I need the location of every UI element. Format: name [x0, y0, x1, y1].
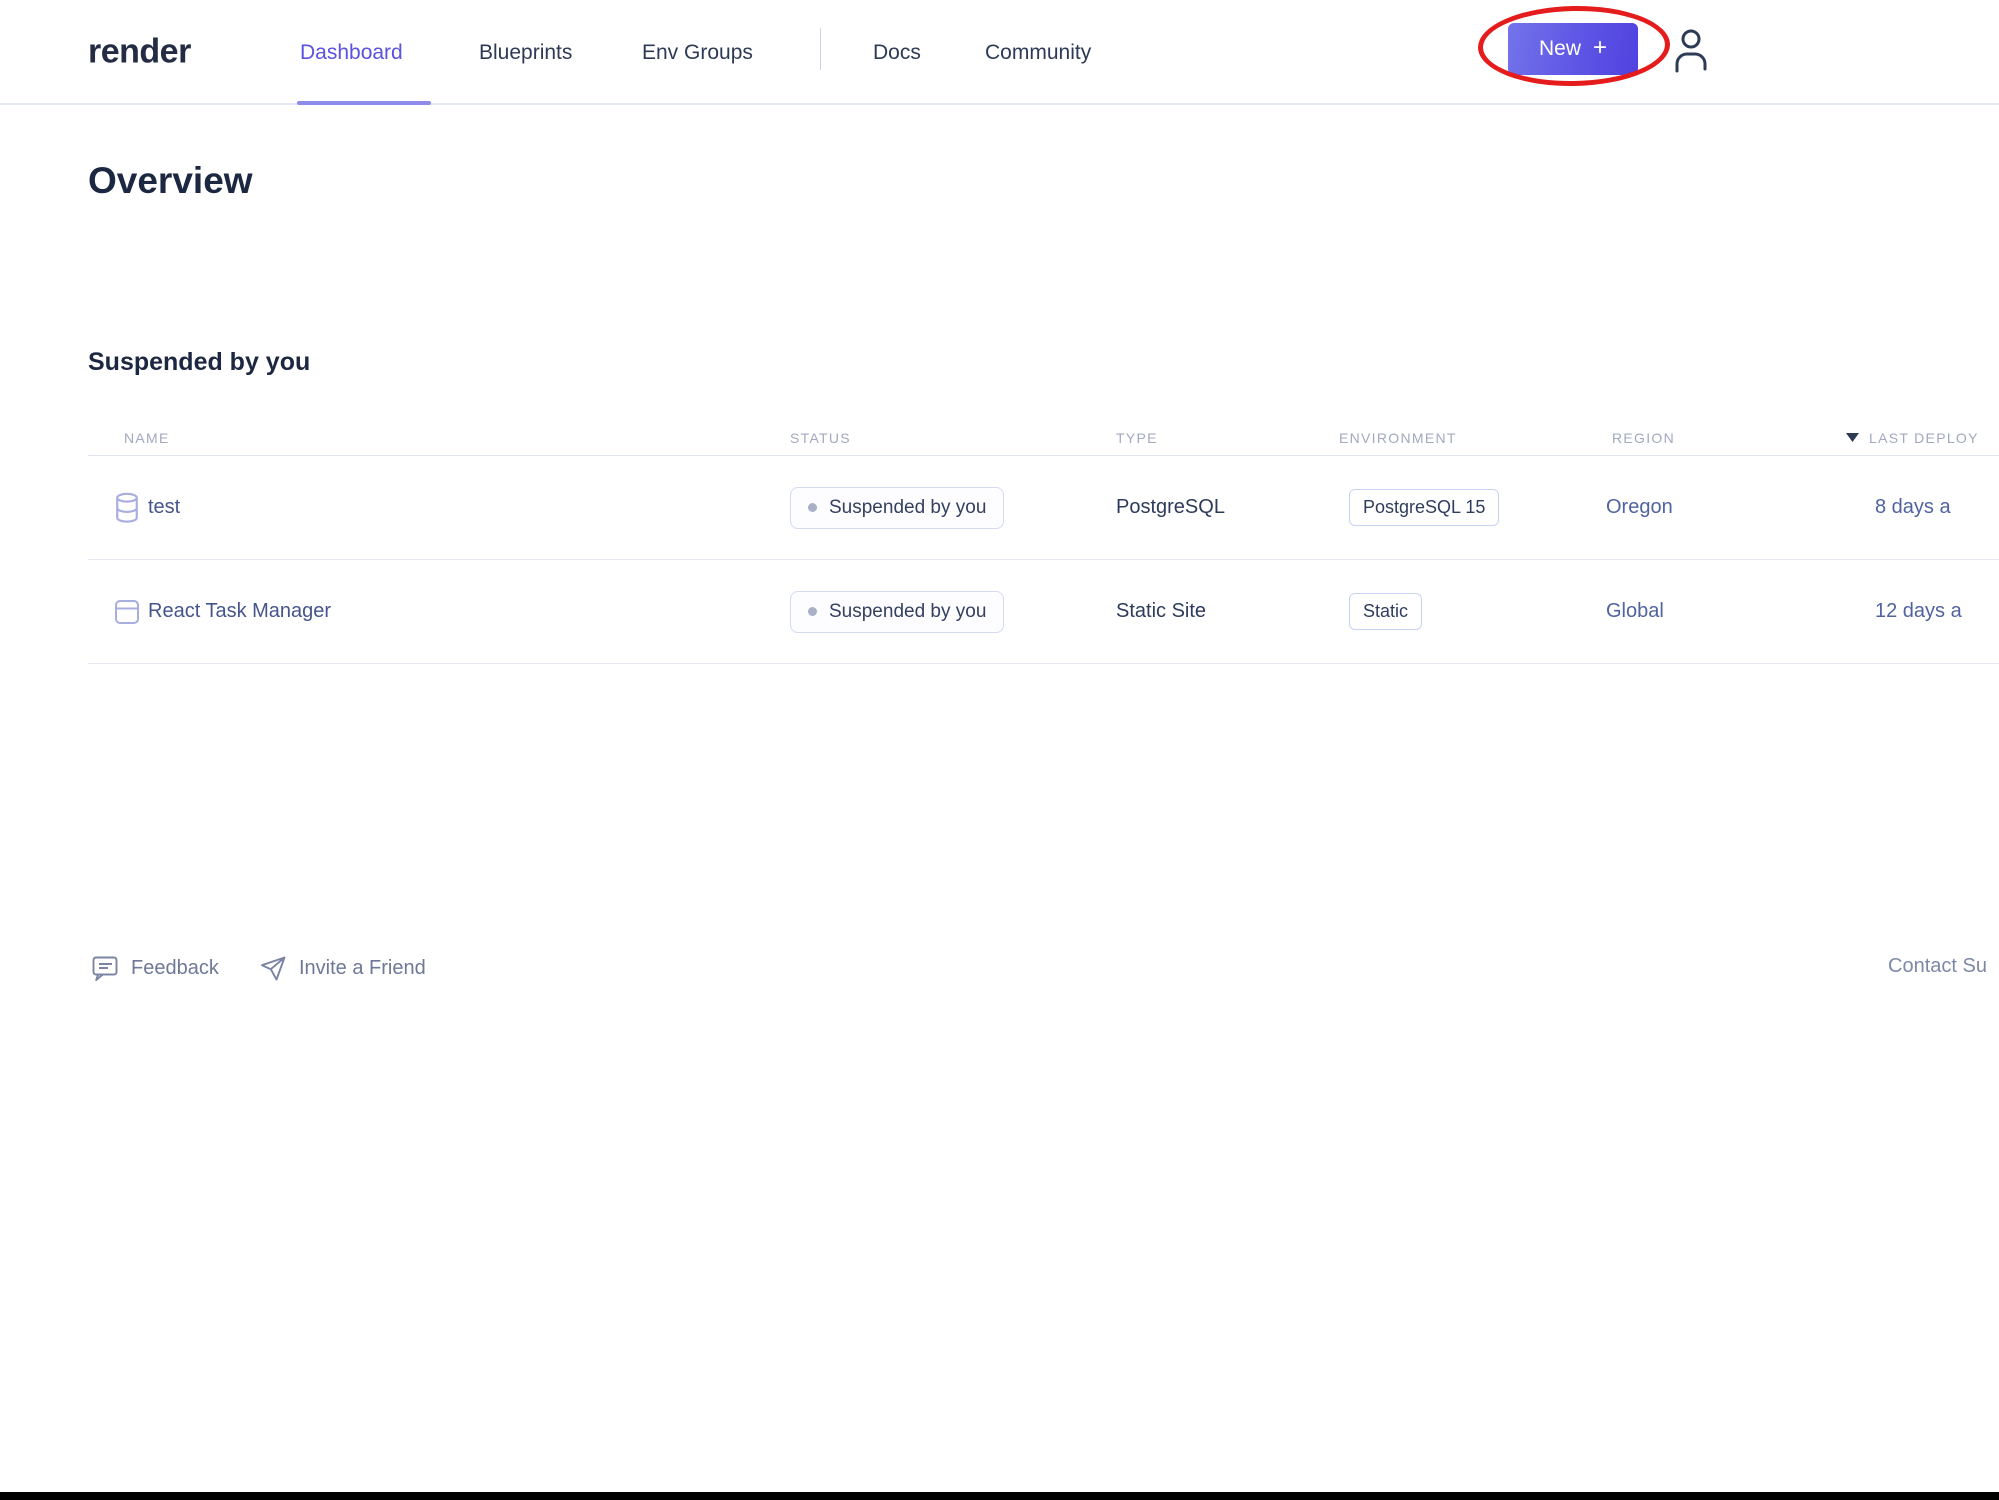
table-row[interactable]: React Task Manager Suspended by you Stat…	[88, 560, 1999, 664]
column-header-environment[interactable]: ENVIRONMENT	[1339, 419, 1457, 456]
column-header-region[interactable]: REGION	[1612, 419, 1675, 456]
active-tab-underline	[297, 101, 431, 105]
type-cell: PostgreSQL	[1116, 456, 1225, 559]
service-name-link[interactable]: React Task Manager	[148, 560, 331, 663]
environment-badge: Static	[1349, 593, 1422, 630]
last-deploy-cell: 12 days a	[1875, 560, 1962, 663]
region-cell: Global	[1606, 560, 1664, 663]
status-badge-label: Suspended by you	[829, 497, 986, 519]
status-cell: Suspended by you	[790, 456, 1004, 559]
services-table: NAME STATUS TYPE ENVIRONMENT REGION LAST…	[88, 419, 1999, 664]
type-cell: Static Site	[1116, 560, 1206, 663]
feedback-icon	[92, 955, 119, 982]
bottom-edge-bar	[0, 1492, 1999, 1500]
column-header-status[interactable]: STATUS	[790, 419, 851, 456]
environment-cell: Static	[1349, 560, 1422, 663]
status-dot-icon	[808, 607, 817, 616]
column-header-last-deploy-label: LAST DEPLOY	[1869, 430, 1979, 446]
sort-descending-icon	[1846, 433, 1859, 442]
new-button[interactable]: New +	[1508, 23, 1638, 75]
region-cell: Oregon	[1606, 456, 1673, 559]
environment-badge: PostgreSQL 15	[1349, 489, 1499, 526]
nav-divider	[820, 28, 821, 70]
column-header-type[interactable]: TYPE	[1116, 419, 1158, 456]
plus-icon: +	[1593, 34, 1607, 62]
render-dashboard-page: render Dashboard Blueprints Env Groups D…	[0, 0, 1999, 1500]
section-title: Suspended by you	[88, 348, 310, 377]
static-site-icon	[114, 560, 140, 663]
nav-tab-blueprints[interactable]: Blueprints	[479, 0, 572, 105]
last-deploy-cell: 8 days a	[1875, 456, 1951, 559]
feedback-button[interactable]: Feedback	[92, 955, 219, 982]
contact-support-link[interactable]: Contact Su	[1888, 955, 1987, 978]
nav-tab-dashboard[interactable]: Dashboard	[300, 0, 403, 105]
top-navigation-bar: render Dashboard Blueprints Env Groups D…	[0, 0, 1999, 105]
paper-plane-icon	[260, 955, 287, 982]
status-badge: Suspended by you	[790, 487, 1004, 529]
status-dot-icon	[808, 503, 817, 512]
column-header-name[interactable]: NAME	[124, 419, 170, 456]
invite-a-friend-label: Invite a Friend	[299, 957, 426, 980]
environment-cell: PostgreSQL 15	[1349, 456, 1499, 559]
person-icon	[1672, 28, 1712, 74]
database-icon	[114, 456, 140, 559]
nav-tab-env-groups[interactable]: Env Groups	[642, 0, 753, 105]
render-logo[interactable]: render	[88, 32, 191, 71]
invite-a-friend-button[interactable]: Invite a Friend	[260, 955, 426, 982]
nav-link-docs[interactable]: Docs	[873, 0, 921, 105]
account-button[interactable]	[1672, 27, 1712, 75]
status-badge: Suspended by you	[790, 591, 1004, 633]
nav-link-community[interactable]: Community	[985, 0, 1091, 105]
status-cell: Suspended by you	[790, 560, 1004, 663]
table-row[interactable]: test Suspended by you PostgreSQL Postgre…	[88, 456, 1999, 560]
new-button-label: New	[1539, 37, 1581, 61]
column-header-last-deploy[interactable]: LAST DEPLOY	[1846, 419, 1979, 456]
status-badge-label: Suspended by you	[829, 601, 986, 623]
feedback-label: Feedback	[131, 957, 219, 980]
page-title: Overview	[88, 160, 253, 202]
service-name-link[interactable]: test	[148, 456, 180, 559]
table-header-row: NAME STATUS TYPE ENVIRONMENT REGION LAST…	[88, 419, 1999, 456]
